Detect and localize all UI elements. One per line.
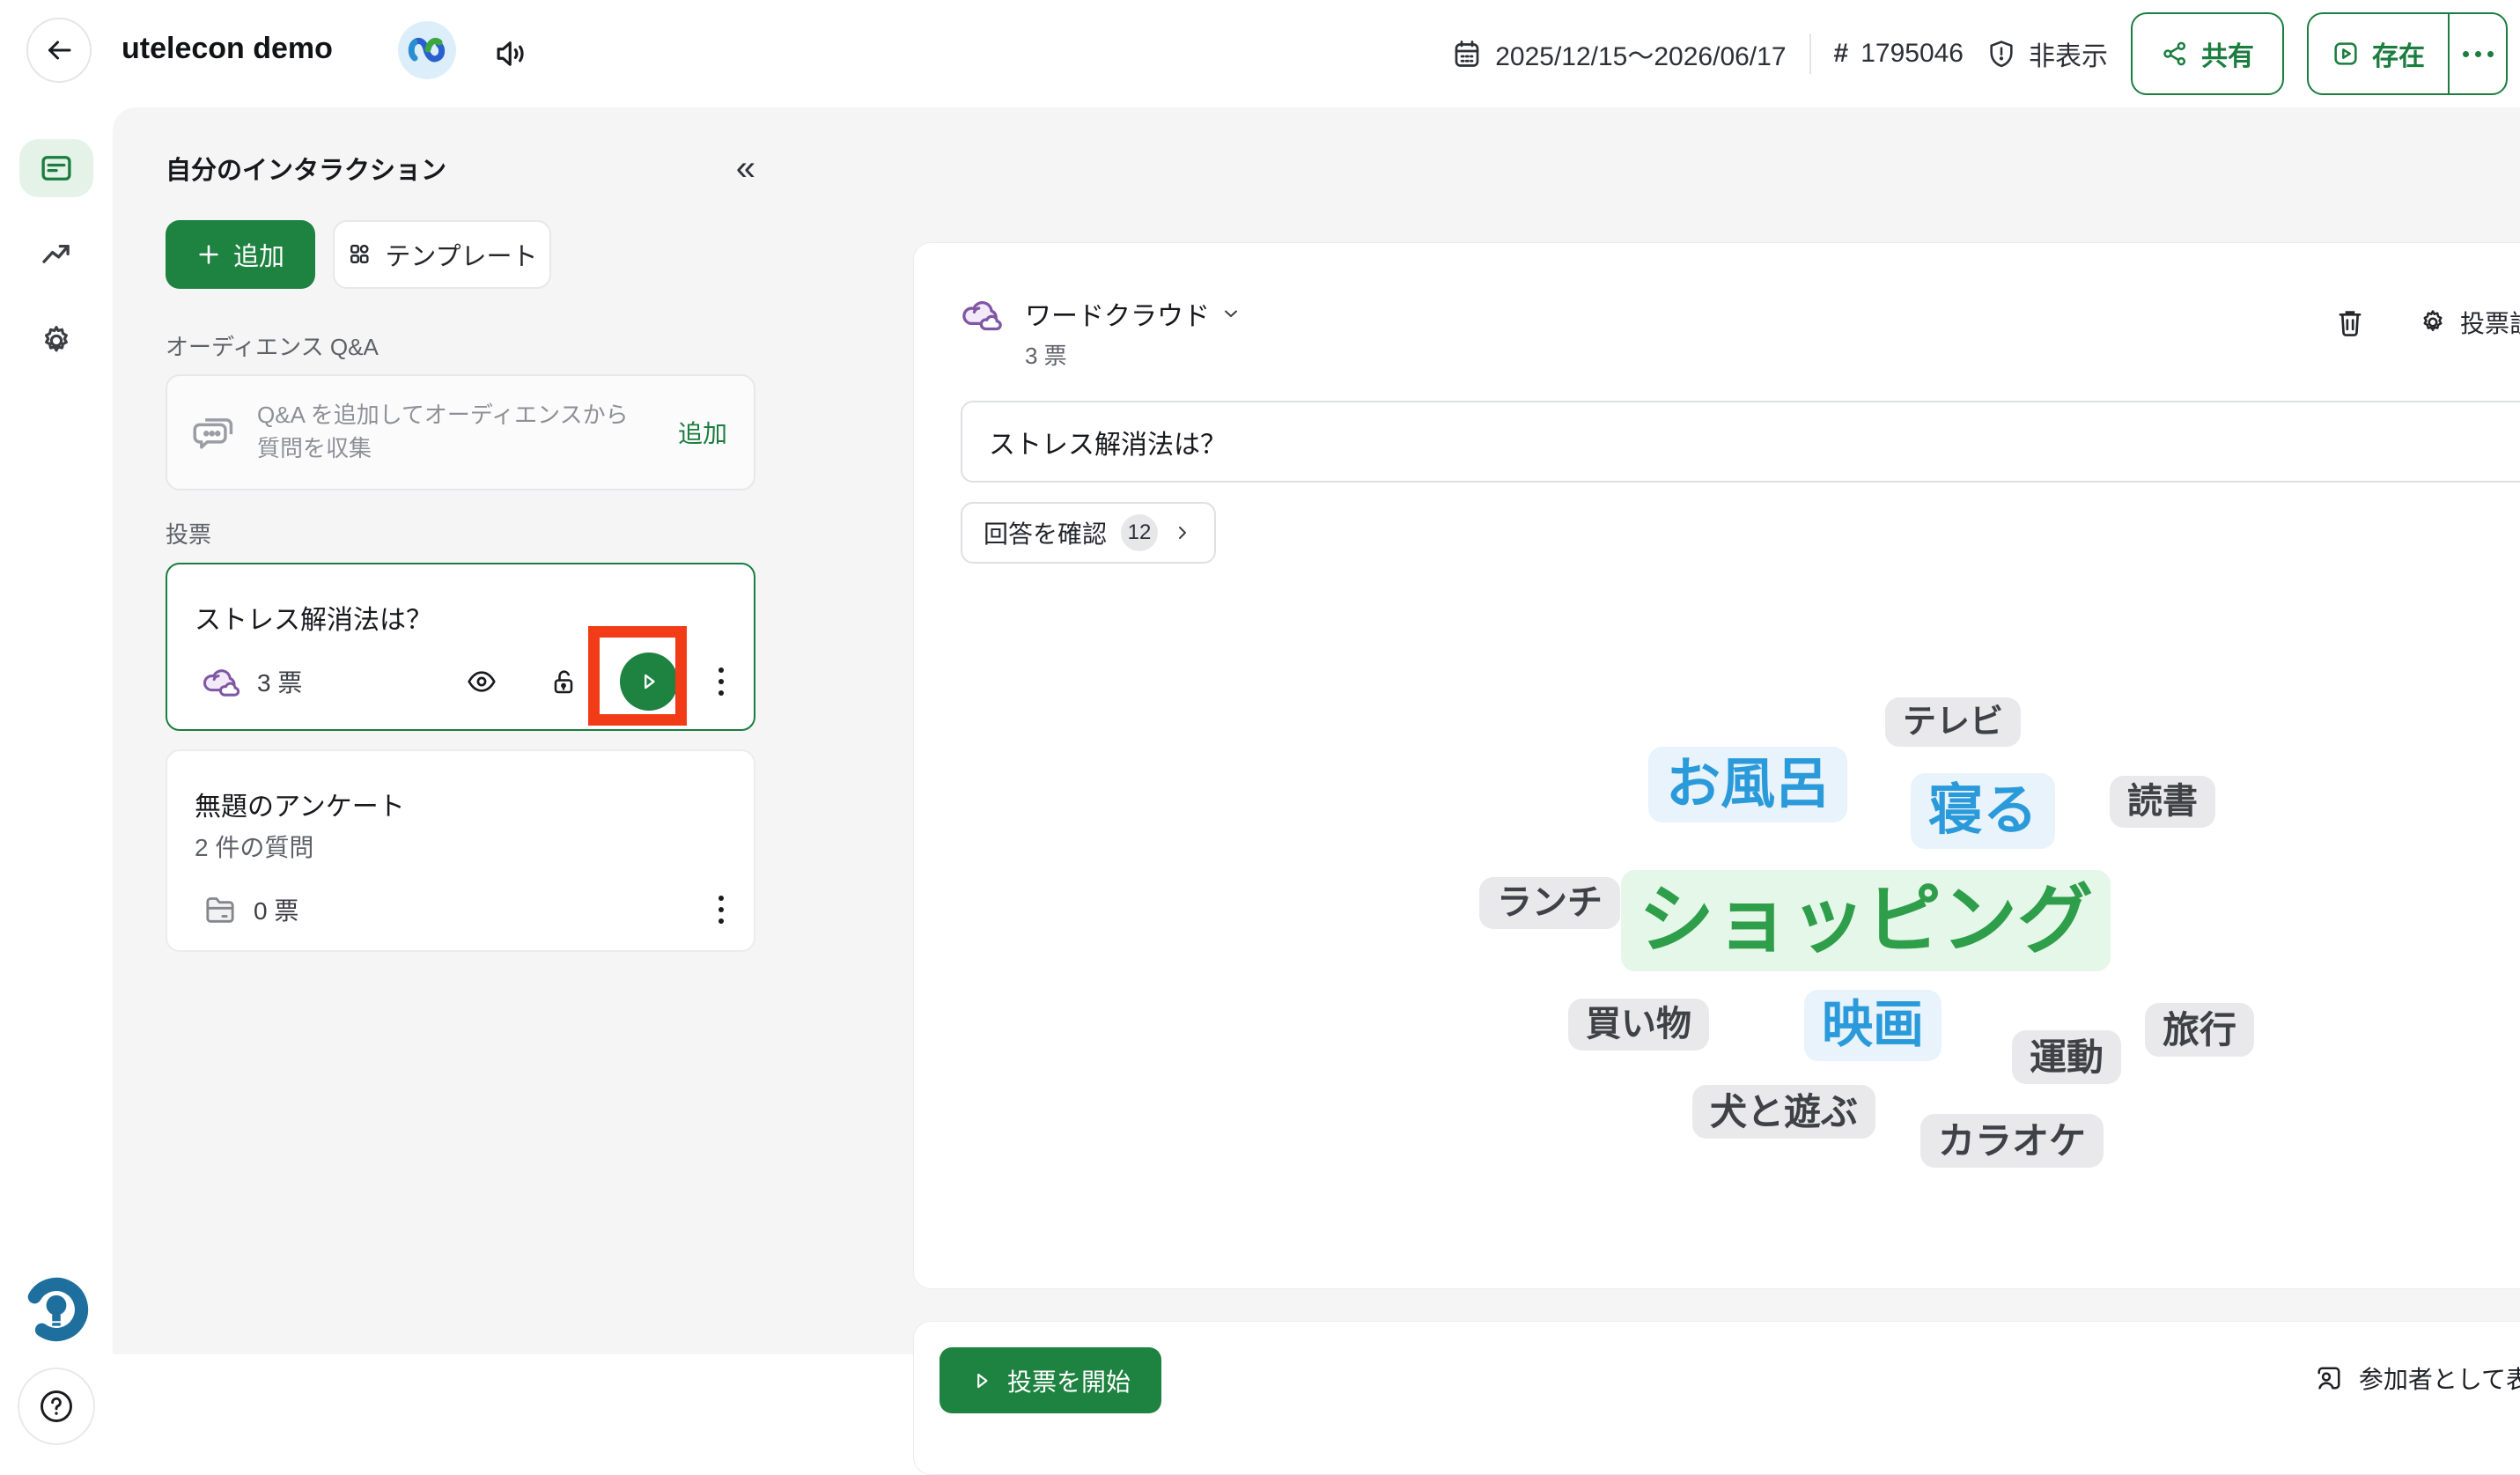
wordcloud-word: 寝る <box>1911 773 2055 849</box>
start-voting-label: 投票を開始 <box>1007 1363 1131 1398</box>
participant-view-icon <box>2313 1362 2345 1394</box>
poll-card-survey[interactable]: 無題のアンケート 2 件の質問 0 票 <box>166 749 755 952</box>
nav-rail <box>0 107 113 1354</box>
present-more-button[interactable] <box>2448 14 2506 93</box>
poll-title: ストレス解消法は？ <box>195 598 432 637</box>
wordcloud-word: 映画 <box>1804 990 1942 1061</box>
qa-hint-text: Q&A を追加してオーディエンスから 質問を収集 <box>257 399 629 465</box>
templates-button[interactable]: テンプレート <box>333 220 551 289</box>
event-dates: 2025/12/15〜2026/06/17 <box>1451 34 1786 73</box>
wordcloud-word: ショッピング <box>1621 870 2111 971</box>
visibility-label: 非表示 <box>2029 34 2108 73</box>
wordcloud-word: ランチ <box>1479 877 1620 929</box>
survey-title: 無題のアンケート <box>195 785 405 823</box>
poll-votes: 3 票 <box>257 664 302 699</box>
help-button[interactable] <box>18 1368 95 1445</box>
templates-label: テンプレート <box>385 236 537 273</box>
wordcloud-word: 買い物 <box>1568 999 1709 1051</box>
event-title: utelecon demo <box>122 32 333 66</box>
share-nodes-icon <box>2161 40 2189 68</box>
add-label: 追加 <box>233 236 284 273</box>
slido-logo <box>23 1276 90 1343</box>
arrow-left-icon <box>43 34 75 66</box>
hash-icon: # <box>1834 39 1849 69</box>
announcement-speaker-icon[interactable] <box>493 35 530 72</box>
survey-questions-count: 2 件の質問 <box>195 829 313 864</box>
bottom-action-bar: 投票を開始 参加者として表示 <box>913 1321 2520 1475</box>
wordcloud-word: 犬と遊ぶ <box>1692 1085 1875 1139</box>
back-button[interactable] <box>26 18 92 83</box>
wordcloud-word: 運動 <box>2012 1030 2121 1084</box>
date-range-text: 2025/12/15〜2026/06/17 <box>1495 34 1786 73</box>
qa-add-link[interactable]: 追加 <box>678 415 727 450</box>
poll-detail-card: ワードクラウド 3 票 <box>913 242 2520 1289</box>
eye-icon <box>465 665 498 698</box>
interactions-panel-icon <box>38 150 75 187</box>
wordcloud-word: お風呂 <box>1648 747 1847 822</box>
start-poll-play-button[interactable] <box>620 653 678 711</box>
visibility-status[interactable]: 非表示 <box>1986 34 2108 73</box>
present-label: 存在 <box>2372 34 2425 73</box>
present-play-icon <box>2332 40 2360 68</box>
view-as-participant-button[interactable]: 参加者として表示 <box>2313 1361 2520 1396</box>
chat-bubbles-icon <box>192 409 238 455</box>
share-button[interactable]: 共有 <box>2131 12 2284 95</box>
play-icon <box>970 1369 993 1392</box>
qa-empty-card[interactable]: Q&A を追加してオーディエンスから 質問を収集 追加 <box>166 374 755 490</box>
survey-folder-icon <box>201 892 239 927</box>
header-divider <box>1809 33 1811 74</box>
survey-votes: 0 票 <box>254 892 298 927</box>
present-button[interactable]: 存在 <box>2309 14 2448 93</box>
wordcloud-word: カラオケ <box>1920 1114 2104 1168</box>
shield-alert-icon <box>1986 39 2016 69</box>
gear-icon <box>38 322 75 359</box>
poll-card-wordcloud[interactable]: ストレス解消法は？ 3 票 <box>166 563 755 731</box>
poll-menu-kebab[interactable] <box>713 662 729 701</box>
event-code: # 1795046 <box>1834 39 1964 69</box>
share-label: 共有 <box>2201 34 2254 73</box>
start-voting-button[interactable]: 投票を開始 <box>939 1347 1161 1413</box>
question-circle-icon <box>37 1387 76 1426</box>
wordcloud-word: 読書 <box>2110 776 2215 828</box>
qa-section-label: オーディエンス Q&A <box>166 329 379 362</box>
view-as-participant-label: 参加者として表示 <box>2359 1361 2520 1396</box>
wordcloud-poll-icon <box>201 663 243 700</box>
ellipsis-icon <box>2463 51 2494 57</box>
event-code-text: 1795046 <box>1861 39 1964 69</box>
top-header: utelecon demo 2025/12/15〜2026/06/17 <box>0 0 2520 107</box>
webex-logo-badge[interactable] <box>398 21 456 79</box>
rail-interactions-item[interactable] <box>19 139 93 197</box>
workspace-background: 自分のインタラクション « 追加 テンプレート オーディエンス Q&A <box>113 107 2520 1354</box>
sidebar-title: 自分のインタラクション <box>166 150 446 187</box>
rail-analytics-item[interactable] <box>19 227 93 285</box>
collapse-sidebar-icon[interactable]: « <box>736 151 755 186</box>
present-split-button: 存在 <box>2307 12 2508 95</box>
template-grid-icon <box>346 241 372 268</box>
webex-logo-icon <box>408 37 446 63</box>
add-interaction-button[interactable]: 追加 <box>166 220 315 289</box>
calendar-icon <box>1451 38 1483 70</box>
wordcloud: テレビお風呂寝る 読書ランチショッピング買い物 映画運動旅行犬と遊ぶカラオケ <box>914 243 2520 1288</box>
survey-menu-kebab[interactable] <box>713 890 729 929</box>
plus-icon <box>196 242 221 267</box>
unlocked-padlock-icon <box>548 666 579 697</box>
polls-section-label: 投票 <box>166 517 211 549</box>
trending-up-icon <box>38 238 75 275</box>
play-icon <box>637 670 660 693</box>
rail-settings-item[interactable] <box>19 312 93 370</box>
lock-voting-button[interactable] <box>548 666 579 697</box>
hide-results-eye-button[interactable] <box>465 665 498 698</box>
wordcloud-word: テレビ <box>1885 697 2021 747</box>
wordcloud-word: 旅行 <box>2145 1003 2254 1057</box>
